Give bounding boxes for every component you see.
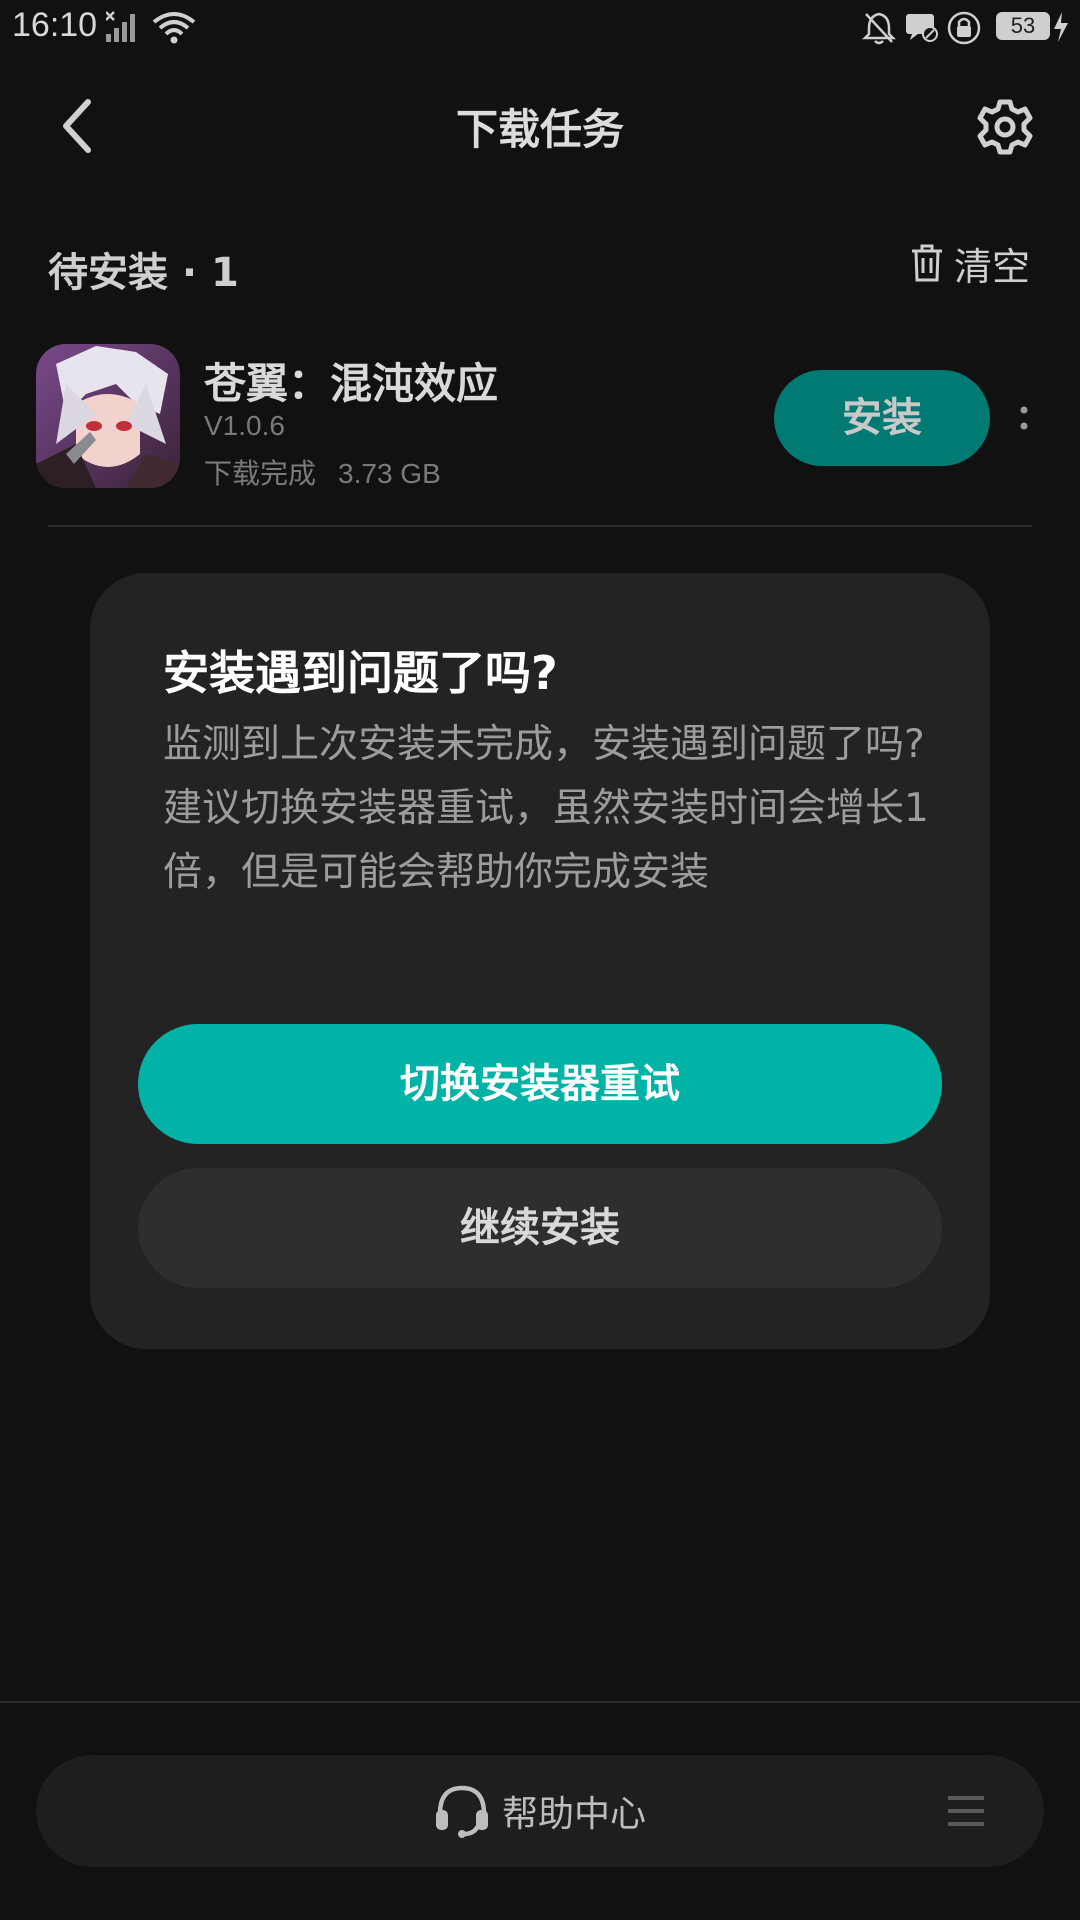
download-status: 下载完成 3.73 GB bbox=[204, 452, 441, 492]
gear-icon[interactable] bbox=[976, 98, 1034, 156]
help-center-label: 帮助中心 bbox=[501, 1794, 646, 1835]
headset-icon bbox=[435, 1785, 488, 1838]
continue-install-button[interactable]: 继续安装 bbox=[138, 1168, 942, 1288]
charging-icon bbox=[1054, 12, 1068, 42]
download-item[interactable]: 苍翼：混沌效应 V1.0.6 下载完成 3.73 GB 安装 bbox=[36, 344, 1044, 490]
top-bar: 下载任务 bbox=[0, 80, 1080, 170]
page-title: 下载任务 bbox=[455, 105, 624, 154]
more-vertical-icon[interactable] bbox=[1014, 400, 1034, 436]
lock-rotation-icon bbox=[947, 11, 981, 45]
section-title: 待安装 · 1 bbox=[48, 250, 239, 296]
app-version: V1.0.6 bbox=[204, 410, 285, 441]
wifi-icon bbox=[152, 12, 196, 44]
bell-off-icon bbox=[862, 12, 896, 45]
divider bbox=[48, 525, 1032, 527]
status-text: 下载完成 bbox=[204, 457, 317, 490]
clear-label: 清空 bbox=[953, 244, 1030, 289]
file-size: 3.73 GB bbox=[338, 458, 441, 489]
switch-installer-retry-button[interactable]: 切换安装器重试 bbox=[138, 1024, 942, 1144]
clear-button[interactable]: 清空 bbox=[910, 238, 1030, 289]
battery-level: 53 bbox=[1010, 13, 1036, 38]
dialog-body-line1: 监测到上次安装未完成，安装遇到问题了吗? bbox=[163, 722, 925, 767]
menu-icon[interactable] bbox=[946, 1793, 986, 1829]
dialog-body: 监测到上次安装未完成，安装遇到问题了吗? 建议切换安装器重试，虽然安装时间会增长… bbox=[163, 713, 933, 905]
app-name: 苍翼：混沌效应 bbox=[204, 359, 499, 408]
notification-off-icon bbox=[906, 14, 938, 42]
install-problem-dialog: 安装遇到问题了吗? 监测到上次安装未完成，安装遇到问题了吗? 建议切换安装器重试… bbox=[90, 573, 990, 1349]
status-bar: 16:10 53 bbox=[0, 0, 1080, 56]
status-time: 16:10 bbox=[12, 6, 98, 44]
help-center-button[interactable]: 帮助中心 bbox=[36, 1755, 1044, 1867]
dialog-body-line2: 建议切换安装器重试，虽然安装时间会增长1倍，但是可能会帮助你完成安装 bbox=[163, 786, 929, 895]
battery-icon: 53 bbox=[996, 12, 1050, 40]
screen: 16:10 53 下载任务 待安装 · 1 清空 苍翼：混沌效应 V1.0.6 … bbox=[0, 0, 1080, 1920]
install-button[interactable]: 安装 bbox=[774, 370, 990, 466]
app-icon bbox=[36, 344, 180, 488]
bottom-divider bbox=[0, 1701, 1080, 1703]
dialog-title: 安装遇到问题了吗? bbox=[163, 646, 558, 700]
help-bar: 帮助中心 bbox=[36, 1755, 1044, 1867]
trash-icon bbox=[911, 244, 942, 282]
